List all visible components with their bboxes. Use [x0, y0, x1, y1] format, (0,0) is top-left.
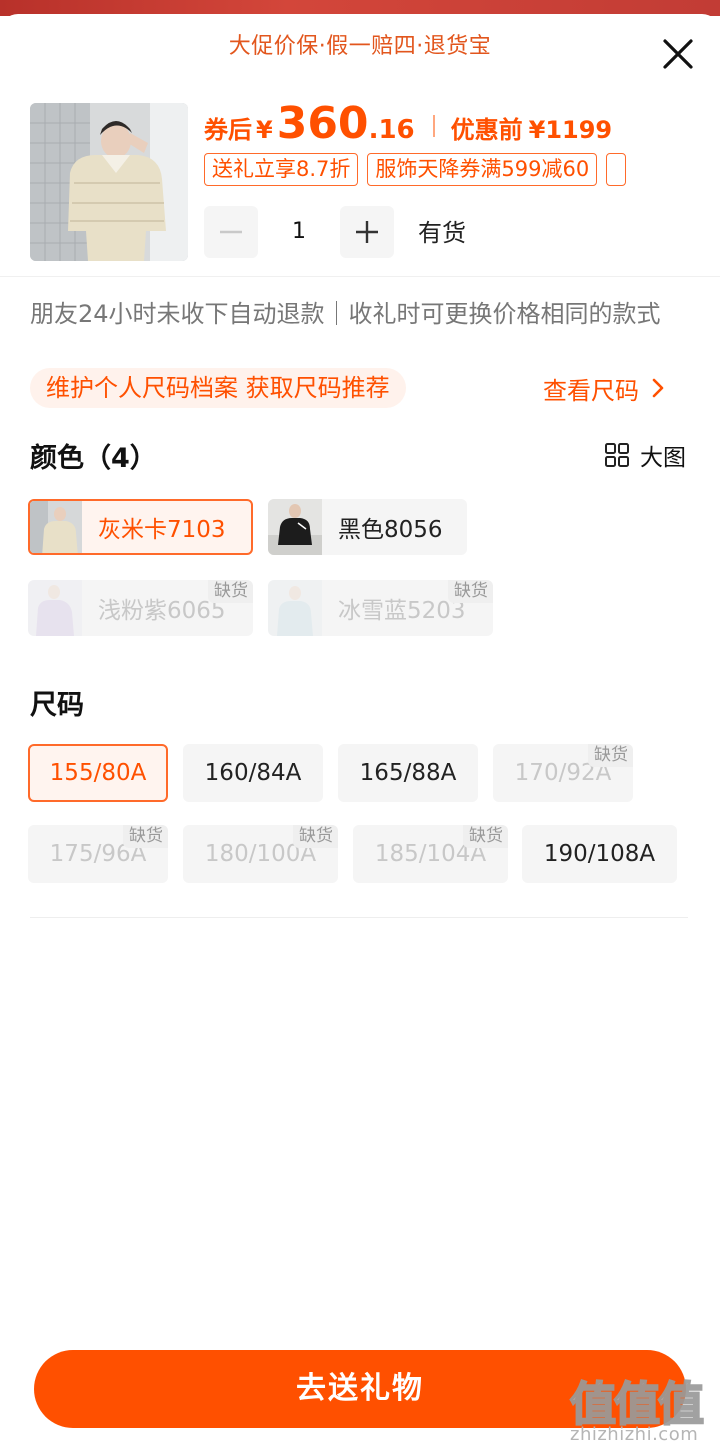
size-section-title: 尺码	[30, 690, 84, 721]
original-price-label: 优惠前	[450, 116, 523, 144]
original-price: ¥1199	[528, 116, 613, 144]
color-swatch-image	[30, 501, 82, 553]
out-of-stock-badge: 缺货	[448, 580, 493, 603]
color-option-label: 浅粉紫6065	[98, 598, 226, 624]
size-option[interactable]: 175/96A 缺货	[28, 825, 168, 883]
big-image-toggle[interactable]: 大图	[604, 438, 686, 472]
size-option[interactable]: 170/92A 缺货	[493, 744, 633, 802]
size-profile-button[interactable]: 维护个人尺码档案 获取尺码推荐	[30, 368, 406, 408]
chevron-right-icon	[652, 378, 664, 398]
size-option[interactable]: 165/88A	[338, 744, 478, 802]
color-swatch-image	[268, 499, 322, 555]
quantity-increase-button[interactable]	[340, 206, 394, 258]
size-option[interactable]: 180/100A 缺货	[183, 825, 338, 883]
product-thumbnail[interactable]	[30, 103, 188, 261]
view-size-label: 查看尺码	[543, 376, 639, 405]
size-option[interactable]: 185/104A 缺货	[353, 825, 508, 883]
watermark-url: zhizhizhi.com	[570, 1424, 699, 1445]
out-of-stock-badge: 缺货	[293, 825, 338, 848]
promo-tag: 送礼立享8.7折	[204, 153, 359, 186]
minus-icon	[220, 230, 242, 234]
guarantee-banner: 大促价保·假一赔四·退货宝	[228, 34, 492, 59]
size-option[interactable]: 155/80A	[28, 744, 168, 802]
promo-tag: 服饰天降券满599减60	[367, 153, 598, 186]
color-option[interactable]: 冰雪蓝5203 缺货	[268, 580, 493, 636]
quantity-decrease-button[interactable]	[204, 206, 258, 258]
color-option-label: 黑色8056	[338, 517, 443, 543]
view-size-link[interactable]: 查看尺码	[543, 368, 665, 408]
out-of-stock-badge: 缺货	[208, 580, 253, 603]
out-of-stock-badge: 缺货	[588, 744, 633, 767]
price-decimal: .16	[368, 115, 415, 145]
plus-icon	[356, 221, 378, 243]
color-swatch-image	[268, 580, 322, 636]
color-option[interactable]: 浅粉紫6065 缺货	[28, 580, 253, 636]
out-of-stock-badge: 缺货	[463, 825, 508, 848]
size-option[interactable]: 190/108A	[522, 825, 677, 883]
divider	[0, 276, 720, 277]
color-option[interactable]: 灰米卡7103	[28, 499, 253, 555]
big-image-label: 大图	[640, 445, 686, 471]
color-option-label: 冰雪蓝5203	[338, 598, 466, 624]
color-option-label: 灰米卡7103	[98, 517, 226, 543]
size-option[interactable]: 160/84A	[183, 744, 323, 802]
price-row: 券后 ¥ 360 .16 优惠前 ¥1199	[204, 98, 612, 154]
close-button[interactable]	[660, 36, 696, 72]
price-integer: 360	[276, 98, 369, 149]
product-photo	[30, 103, 188, 261]
coupon-price-label: 券后	[204, 116, 252, 144]
color-option[interactable]: 黑色8056	[268, 499, 467, 555]
promo-tag	[606, 153, 627, 186]
grid-icon	[605, 443, 629, 467]
gift-notice: 朋友24小时未收下自动退款｜收礼时可更换价格相同的款式	[30, 300, 661, 328]
quantity-value[interactable]: 1	[258, 206, 340, 258]
out-of-stock-badge: 缺货	[123, 825, 168, 848]
price-divider	[432, 115, 435, 137]
promo-tags: 送礼立享8.7折 服饰天降券满599减60	[204, 153, 666, 186]
color-section-title: 颜色（4）	[30, 443, 157, 474]
color-swatch-image	[28, 580, 82, 636]
stock-status: 有货	[418, 219, 466, 247]
close-icon	[663, 39, 693, 69]
divider	[30, 917, 688, 918]
currency-symbol: ¥	[256, 116, 273, 144]
